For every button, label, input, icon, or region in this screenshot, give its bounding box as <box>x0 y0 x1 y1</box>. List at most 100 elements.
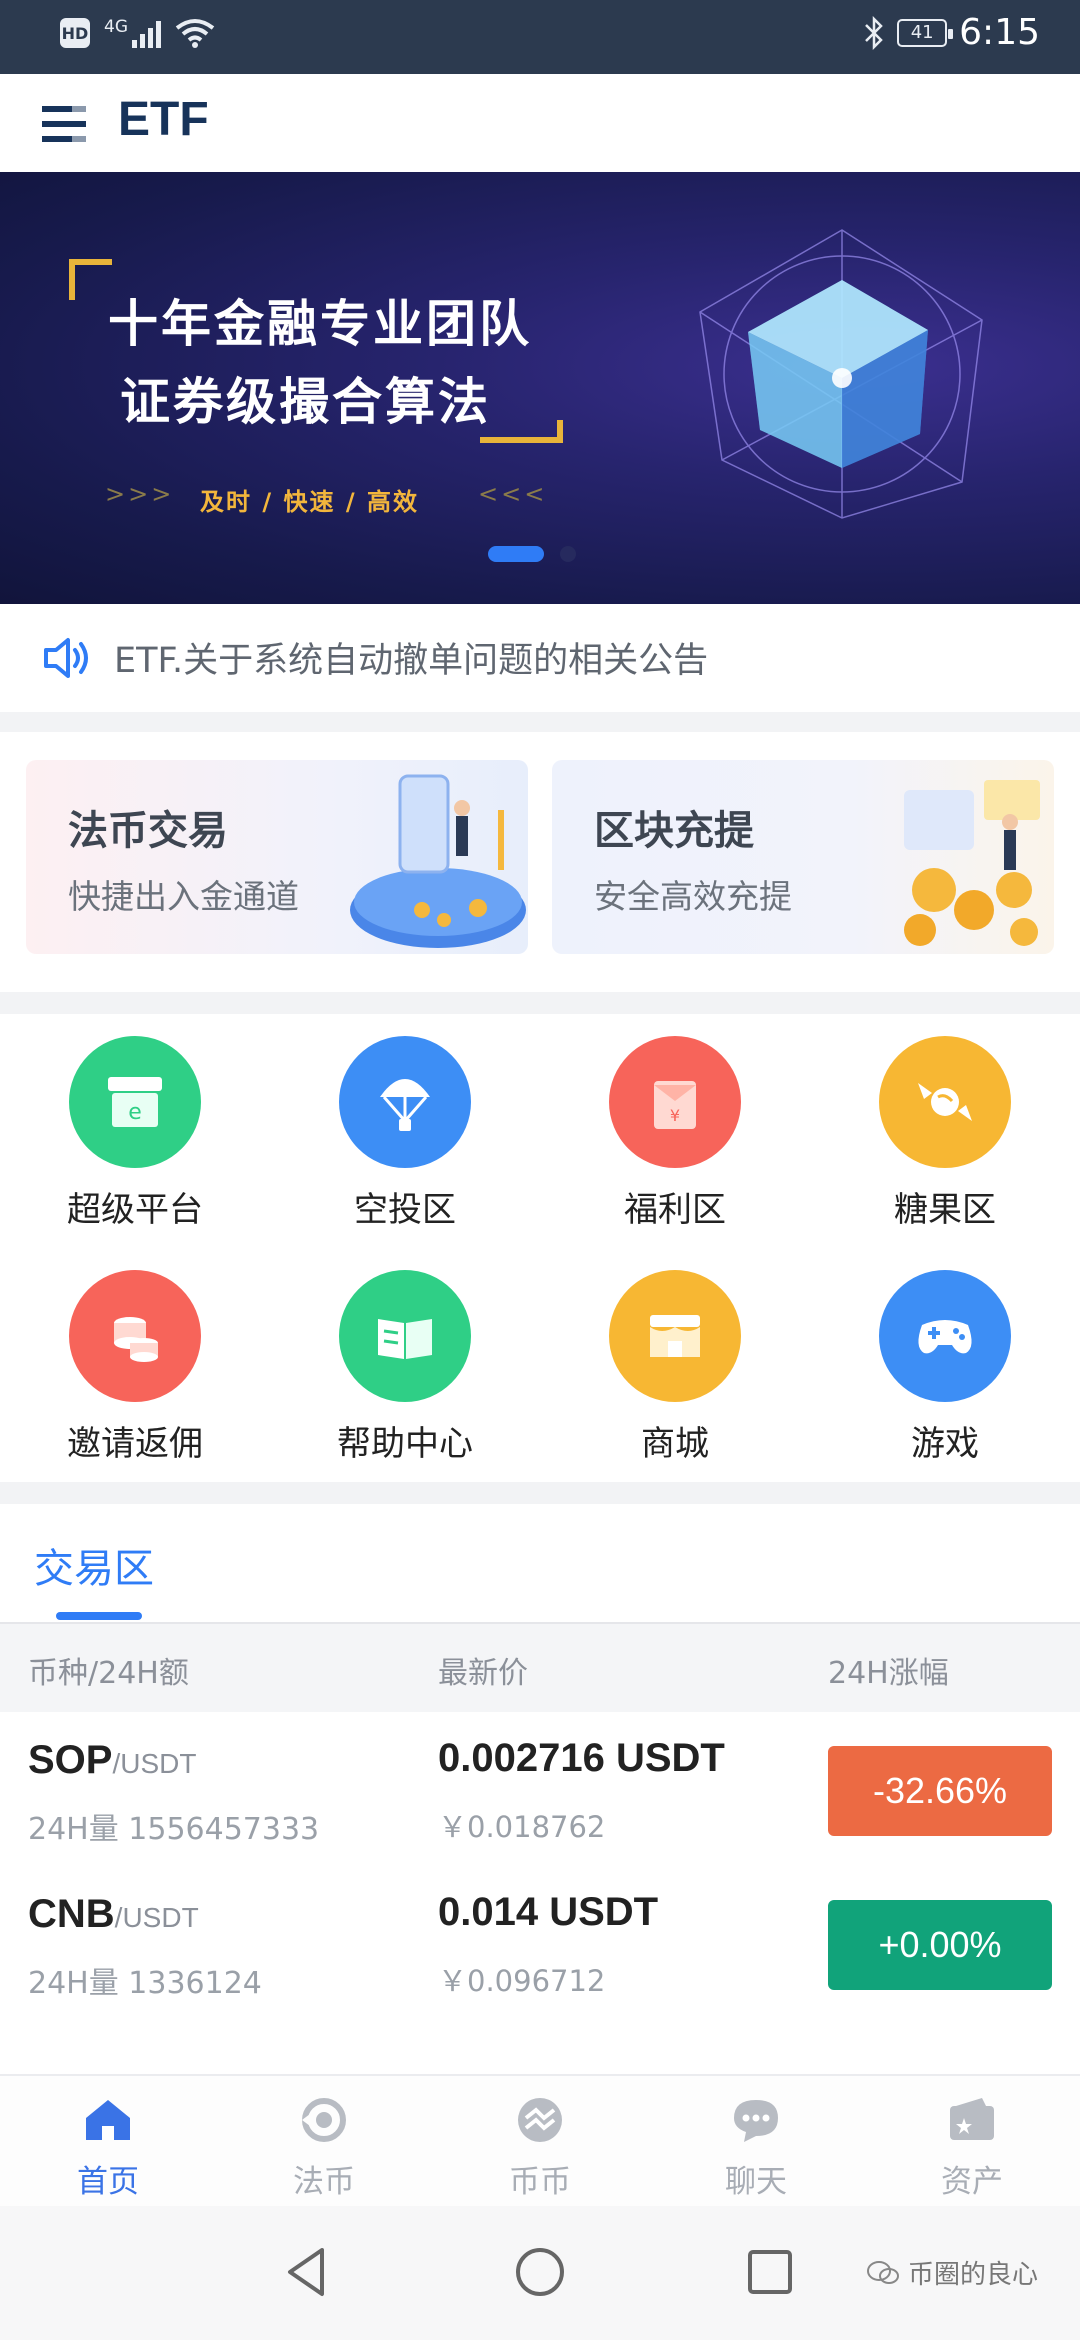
recents-icon[interactable] <box>742 2244 798 2300</box>
grid-item-invite[interactable]: 邀请返佣 <box>0 1248 270 1468</box>
parachute-icon <box>339 1036 471 1168</box>
fiat-icon <box>302 2098 346 2142</box>
nav-label: 首页 <box>77 2164 139 2200</box>
home-circle-icon[interactable] <box>512 2244 568 2300</box>
banner-arrows-left: >>> <box>105 480 175 508</box>
last-price: 0.002716 USDT <box>438 1736 725 1780</box>
last-price: 0.014 USDT <box>438 1890 659 1934</box>
pair-symbol: SOP/USDT <box>28 1738 196 1783</box>
quote-symbol: /USDT <box>114 1902 199 1933</box>
exchange-icon <box>518 2098 562 2142</box>
banner-headline-1: 十年金融专业团队 <box>108 295 532 353</box>
nav-chat[interactable]: 聊天 <box>648 2076 864 2208</box>
nav-assets[interactable]: 资产 <box>864 2076 1080 2208</box>
price-cny: ￥0.018762 <box>438 1810 606 1844</box>
watermark: 币圈的良心 <box>866 2254 1038 2291</box>
battery-icon: 41 <box>897 18 954 47</box>
grid-item-label: 糖果区 <box>894 1190 996 1230</box>
banner-tagline: 及时 / 快速 / 高效 <box>200 488 419 516</box>
card-title: 区块充提 <box>594 808 754 854</box>
blockchain-deposit-card[interactable]: 区块充提 安全高效充提 <box>552 760 1054 954</box>
signal-icon <box>132 18 161 48</box>
grid-item-label: 游戏 <box>911 1424 979 1464</box>
status-right: 41 6:15 <box>863 12 1040 53</box>
speaker-icon <box>44 638 88 678</box>
nav-label: 聊天 <box>725 2164 787 2200</box>
base-symbol: CNB <box>28 1892 115 1936</box>
coins-icon <box>69 1270 201 1402</box>
gamepad-icon <box>879 1270 1011 1402</box>
book-icon <box>339 1270 471 1402</box>
app-header: ETF <box>0 74 1080 172</box>
announcement-bar[interactable]: ETF.关于系统自动撤单问题的相关公告 <box>0 604 1080 712</box>
fiat-trading-card[interactable]: 法币交易 快捷出入金通道 <box>26 760 528 954</box>
promo-cards: 法币交易 快捷出入金通道 区块充提 安全高效充提 <box>0 732 1080 992</box>
banner-headline-2: 证券级撮合算法 <box>120 373 491 431</box>
column-header-pair: 币种/24H额 <box>28 1656 189 1691</box>
grid-item-label: 福利区 <box>624 1190 726 1230</box>
grid-item-label: 空投区 <box>354 1190 456 1230</box>
pair-symbol: CNB/USDT <box>28 1892 199 1937</box>
volume-24h: 24H量 1556457333 <box>28 1812 320 1847</box>
grid-item-airdrop[interactable]: 空投区 <box>270 1014 540 1234</box>
svg-text:¥: ¥ <box>670 1106 680 1125</box>
hd-badge: HD <box>60 18 90 48</box>
menu-icon[interactable] <box>42 102 86 146</box>
bottom-navigation: 首页 法币 币币 聊天 资产 <box>0 2074 1080 2206</box>
nav-label: 法币 <box>293 2164 355 2200</box>
quote-symbol: /USDT <box>112 1748 197 1779</box>
coins-illustration <box>904 780 1040 946</box>
carousel-dot[interactable] <box>560 546 576 562</box>
volume-24h: 24H量 1336124 <box>28 1966 262 2001</box>
grid-item-label: 超级平台 <box>67 1190 203 1230</box>
candy-icon <box>879 1036 1011 1168</box>
status-bar: HD 4G 41 6:15 <box>0 0 1080 74</box>
carousel-indicator <box>488 546 576 562</box>
carousel-dot-active[interactable] <box>488 546 544 562</box>
change-badge[interactable]: +0.00% <box>828 1900 1052 1990</box>
market-row-sop[interactable]: SOP/USDT 24H量 1556457333 0.002716 USDT ￥… <box>0 1712 1080 1866</box>
bluetooth-icon <box>865 15 883 50</box>
grid-item-super-platform[interactable]: e 超级平台 <box>0 1014 270 1234</box>
banner-arrows-right: <<< <box>478 480 548 508</box>
wechat-icon <box>867 2260 899 2284</box>
column-header-change: 24H涨幅 <box>828 1656 949 1691</box>
grid-item-candy[interactable]: 糖果区 <box>810 1014 1080 1234</box>
market-row-cnb[interactable]: CNB/USDT 24H量 1336124 0.014 USDT ￥0.0967… <box>0 1866 1080 2020</box>
store-icon: e <box>69 1036 201 1168</box>
change-badge[interactable]: -32.66% <box>828 1746 1052 1836</box>
announcement-text: ETF.关于系统自动撤单问题的相关公告 <box>114 641 709 681</box>
nav-home[interactable]: 首页 <box>0 2076 216 2208</box>
card-title: 法币交易 <box>68 808 228 854</box>
grid-item-mall[interactable]: 商城 <box>540 1248 810 1468</box>
network-type: 4G <box>104 17 128 37</box>
watermark-text: 币圈的良心 <box>908 2260 1039 2290</box>
table-header: 币种/24H额 最新价 24H涨幅 <box>0 1624 1080 1712</box>
app-screen: HD 4G 41 6:15 ETF 十年金融专业团队 证券级撮合算法 >>> 及… <box>0 0 1080 2340</box>
grid-item-label: 帮助中心 <box>337 1424 473 1464</box>
svg-text:e: e <box>128 1100 142 1125</box>
column-header-price: 最新价 <box>438 1656 528 1691</box>
promo-banner[interactable]: 十年金融专业团队 证券级撮合算法 >>> 及时 / 快速 / 高效 <<< <box>0 172 1080 604</box>
nav-label: 资产 <box>941 2164 1003 2200</box>
trading-section: 交易区 币种/24H额 最新价 24H涨幅 SOP/USDT 24H量 1556… <box>0 1504 1080 2074</box>
status-left: HD 4G <box>60 17 215 48</box>
nav-fiat[interactable]: 法币 <box>216 2076 432 2208</box>
feature-grid: e 超级平台 空投区 ¥ 福利区 糖果区 邀请返佣 帮助中心 商城 游戏 <box>0 1014 1080 1482</box>
card-subtitle: 快捷出入金通道 <box>68 877 299 916</box>
back-icon[interactable] <box>280 2244 336 2300</box>
nav-exchange[interactable]: 币币 <box>432 2076 648 2208</box>
home-icon <box>86 2100 130 2140</box>
nav-label: 币币 <box>509 2164 571 2200</box>
tab-trading-zone[interactable]: 交易区 <box>34 1536 154 1594</box>
clock: 6:15 <box>959 12 1040 53</box>
grid-item-welfare[interactable]: ¥ 福利区 <box>540 1014 810 1234</box>
base-symbol: SOP <box>28 1738 113 1782</box>
app-title: ETF <box>118 93 209 146</box>
grid-item-games[interactable]: 游戏 <box>810 1248 1080 1468</box>
system-navigation-bar: 币圈的良心 <box>0 2206 1080 2340</box>
wifi-icon <box>175 19 215 48</box>
card-subtitle: 安全高效充提 <box>594 877 792 916</box>
grid-item-help[interactable]: 帮助中心 <box>270 1248 540 1468</box>
chat-icon <box>734 2100 778 2142</box>
